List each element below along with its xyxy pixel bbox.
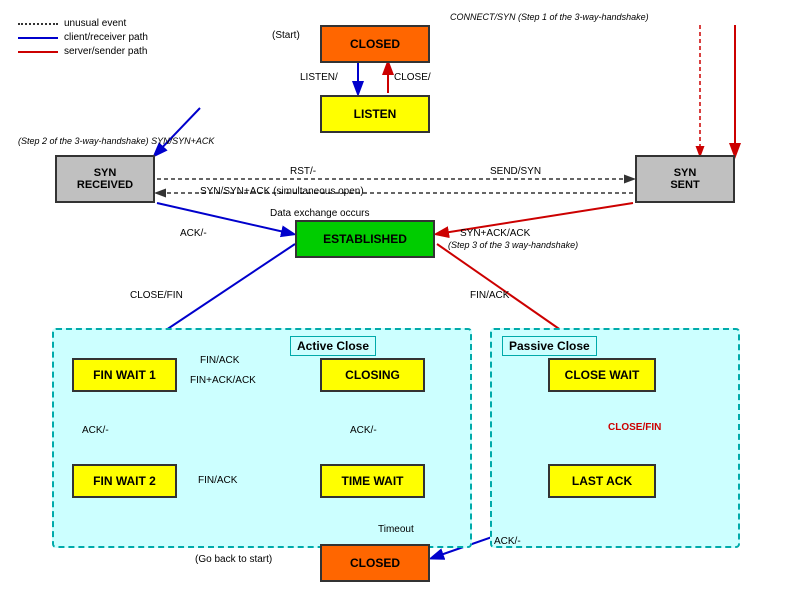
- label-step3: (Step 3 of the 3 way-handshake): [448, 240, 578, 250]
- legend-server: server/sender path: [64, 46, 147, 57]
- state-listen: LISTEN: [320, 95, 430, 133]
- label-fin-ack-ack: FIN+ACK/ACK: [190, 375, 256, 386]
- label-ack-closing: ACK/-: [350, 425, 377, 436]
- label-close: CLOSE/: [394, 72, 431, 83]
- state-closing: CLOSING: [320, 358, 425, 392]
- label-go-back: (Go back to start): [195, 554, 272, 565]
- tcp-state-diagram: unusual event client/receiver path serve…: [0, 0, 796, 600]
- label-listen: LISTEN/: [300, 72, 338, 83]
- label-data-exchange: Data exchange occurs: [270, 208, 370, 219]
- state-syn-sent: SYN SENT: [635, 155, 735, 203]
- state-closed-bottom: CLOSED: [320, 544, 430, 582]
- legend-client: client/receiver path: [64, 32, 148, 43]
- legend: unusual event client/receiver path serve…: [18, 18, 148, 60]
- label-fin-ack-closing: FIN/ACK: [200, 355, 239, 366]
- state-last-ack: LAST ACK: [548, 464, 656, 498]
- state-fin-wait-2: FIN WAIT 2: [72, 464, 177, 498]
- label-ack-last: ACK/-: [494, 536, 521, 547]
- label-rst: RST/-: [290, 166, 316, 177]
- label-ack-established: ACK/-: [180, 228, 207, 239]
- label-step2: (Step 2 of the 3-way-handshake) SYN/SYN+…: [18, 136, 214, 146]
- label-syn-ack-ack: SYN+ACK/ACK: [460, 228, 530, 239]
- label-active-close: Active Close: [290, 336, 376, 356]
- label-ack-finwait: ACK/-: [82, 425, 109, 436]
- legend-unusual: unusual event: [64, 18, 126, 29]
- state-established: ESTABLISHED: [295, 220, 435, 258]
- state-close-wait: CLOSE WAIT: [548, 358, 656, 392]
- label-start: (Start): [272, 30, 300, 41]
- label-timeout: Timeout: [378, 524, 414, 535]
- label-close-fin-passive: CLOSE/FIN: [608, 422, 661, 433]
- label-passive-close: Passive Close: [502, 336, 597, 356]
- label-close-fin-left: CLOSE/FIN: [130, 290, 183, 301]
- label-fin-ack-right: FIN/ACK: [470, 290, 509, 301]
- state-time-wait: TIME WAIT: [320, 464, 425, 498]
- label-fin-ack-tw: FIN/ACK: [198, 475, 237, 486]
- state-syn-received: SYN RECEIVED: [55, 155, 155, 203]
- state-closed-top: CLOSED: [320, 25, 430, 63]
- label-syn-syn-ack: SYN/SYN+ACK (simultaneous open): [200, 186, 364, 197]
- state-fin-wait-1: FIN WAIT 1: [72, 358, 177, 392]
- label-send-syn: SEND/SYN: [490, 166, 541, 177]
- label-connect-syn: CONNECT/SYN (Step 1 of the 3-way-handsha…: [450, 12, 649, 22]
